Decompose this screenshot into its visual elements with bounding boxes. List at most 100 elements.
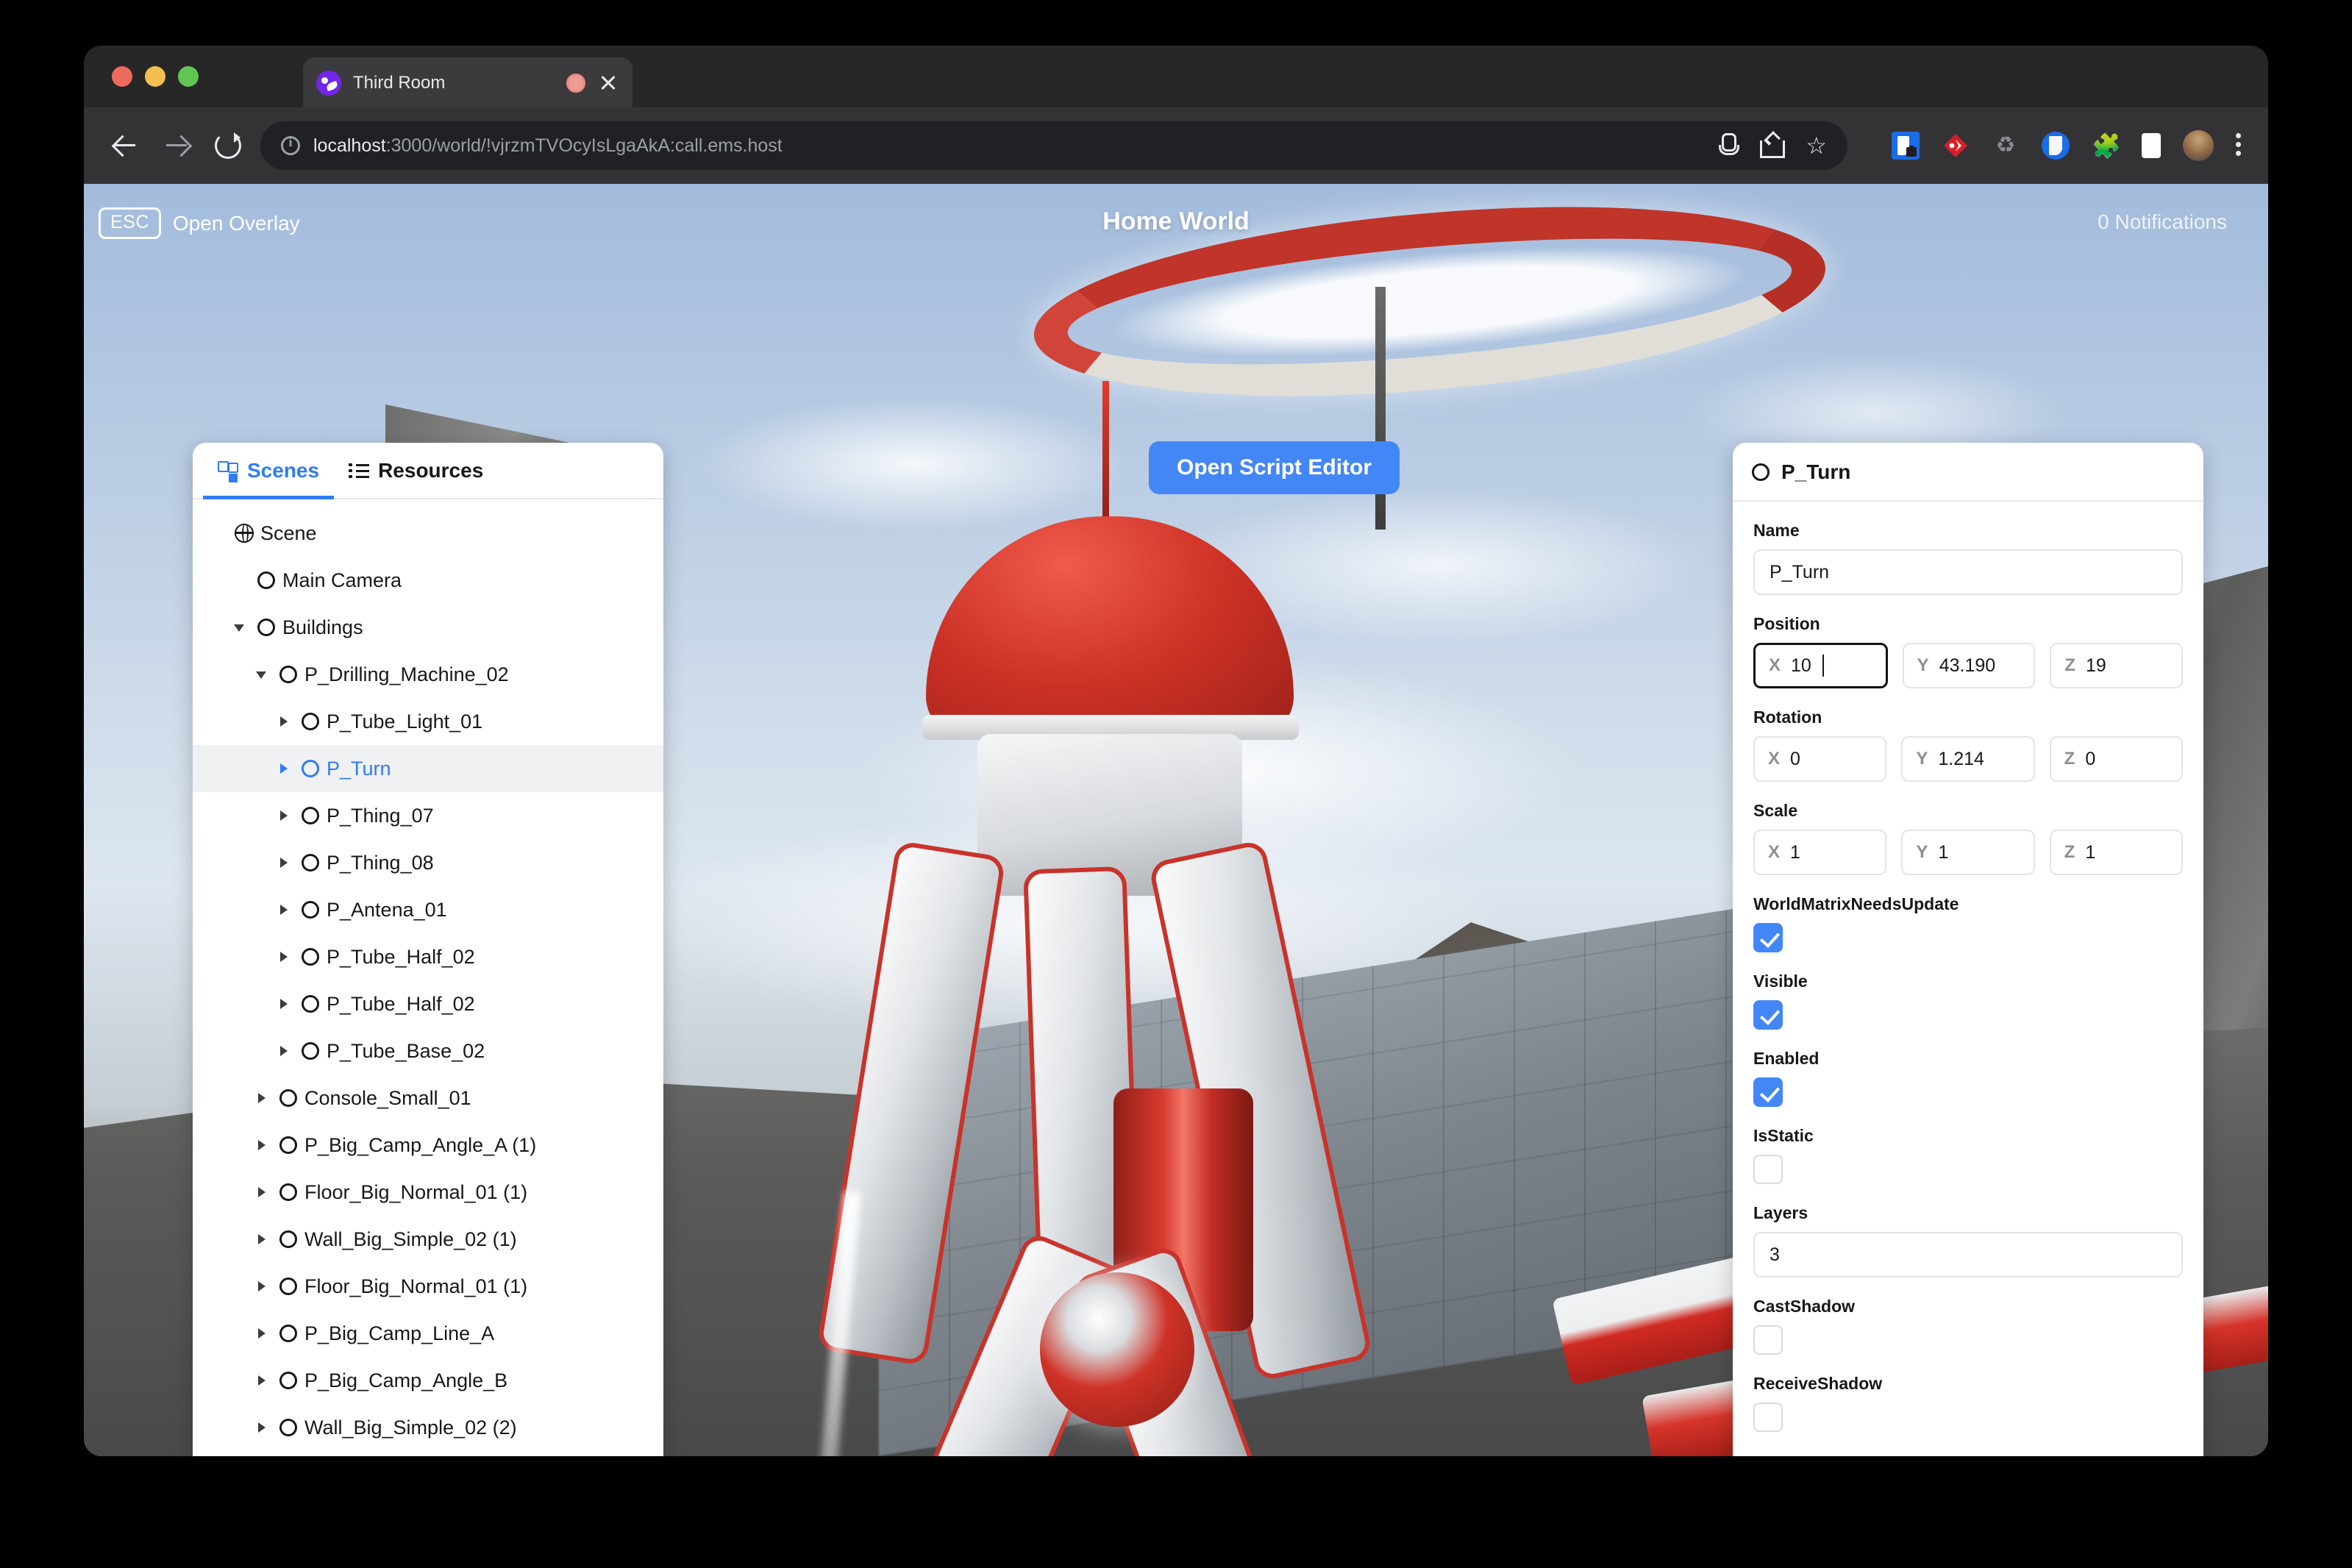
tree-node[interactable]: Floor_Big_Normal_01 (1)	[193, 1169, 663, 1216]
rotation-x-value: 0	[1790, 748, 1800, 769]
chevron-right-icon[interactable]	[253, 1183, 272, 1202]
enabled-checkbox[interactable]	[1753, 1077, 1783, 1107]
position-z-field[interactable]: Z 19	[2050, 643, 2184, 688]
chevron-right-icon[interactable]	[253, 1277, 272, 1296]
microphone-icon[interactable]	[1719, 133, 1740, 158]
visible-label: Visible	[1753, 972, 1808, 991]
chevron-right-icon[interactable]	[275, 994, 294, 1013]
password-manager-icon[interactable]	[1892, 132, 1920, 160]
notifications-count[interactable]: 0 Notifications	[2098, 210, 2227, 234]
tree-node[interactable]: P_Big_Camp_Line_A	[193, 1310, 663, 1357]
tree-node[interactable]: Console_Small_01	[193, 1075, 663, 1122]
open-script-editor-button[interactable]: Open Script Editor	[1149, 441, 1400, 494]
tree-node[interactable]: Wall_Big_Simple_02 (2)	[193, 1404, 663, 1451]
chevron-right-icon[interactable]	[253, 1324, 272, 1343]
position-y-field[interactable]: Y 43.190	[1902, 643, 2036, 688]
close-icon[interactable]	[597, 72, 619, 94]
world-matrix-checkbox[interactable]	[1753, 923, 1783, 952]
forward-arrow-icon[interactable]	[160, 129, 193, 162]
browser-tab[interactable]: Third Room	[303, 57, 632, 109]
chevron-right-icon[interactable]	[275, 712, 294, 731]
tree-node[interactable]: P_Thing_08	[193, 839, 663, 886]
chevron-right-icon[interactable]	[275, 759, 294, 778]
scale-y-field[interactable]: Y 1	[1901, 830, 2035, 875]
rotation-label: Rotation	[1753, 708, 1822, 727]
cast-shadow-checkbox[interactable]	[1753, 1325, 1783, 1355]
rotation-z-axis-label: Z	[2064, 749, 2075, 769]
scale-x-value: 1	[1790, 841, 1800, 863]
tree-node[interactable]: P_Tube_Light_01	[193, 698, 663, 745]
tree-node[interactable]: P_Big_Camp_Angle_B	[193, 1357, 663, 1404]
layers-field[interactable]	[1753, 1232, 2183, 1277]
chevron-right-icon[interactable]	[275, 900, 294, 919]
tree-node[interactable]: P_Tube_Base_02	[193, 1027, 663, 1075]
window-traffic-lights	[112, 66, 199, 87]
tree-node[interactable]: P_Antena_01	[193, 886, 663, 933]
reload-icon[interactable]	[215, 132, 241, 159]
tree-node[interactable]: Floor_Big_Normal_01 (1)	[193, 1263, 663, 1310]
chevron-right-icon[interactable]	[253, 1088, 272, 1108]
tree-node[interactable]: Main Camera	[193, 557, 663, 604]
chevron-down-icon[interactable]	[231, 618, 250, 637]
address-bar[interactable]: localhost:3000/world/!vjrzmTVOcyIsLgaAkA…	[260, 121, 1847, 170]
receive-shadow-checkbox[interactable]	[1753, 1403, 1783, 1432]
is-static-checkbox[interactable]	[1753, 1155, 1783, 1184]
chevron-right-icon[interactable]	[275, 853, 294, 872]
tab-scenes[interactable]: Scenes	[203, 443, 335, 499]
close-window-button[interactable]	[112, 66, 132, 87]
kebab-menu-icon[interactable]	[2236, 132, 2243, 160]
tab-resources[interactable]: Resources	[334, 443, 498, 499]
tree-node[interactable]: P_Drilling_Machine_02	[193, 651, 663, 698]
tree-node-label: P_Antena_01	[327, 898, 447, 921]
scale-z-field[interactable]: Z 1	[2049, 830, 2183, 875]
rotation-x-field[interactable]: X 0	[1753, 736, 1887, 782]
chevron-right-icon[interactable]	[253, 1136, 272, 1155]
tree-node[interactable]: P_Big_Camp_Angle_A (1)	[193, 1122, 663, 1169]
chevron-right-icon[interactable]	[275, 947, 294, 966]
tab-title: Third Room	[353, 73, 446, 93]
chevron-right-icon[interactable]	[253, 1371, 272, 1390]
node-circle-icon	[279, 1230, 297, 1248]
back-arrow-icon[interactable]	[109, 129, 141, 162]
maximize-window-button[interactable]	[178, 66, 199, 87]
tree-node[interactable]: Wall_Big_Simple_02 (1)	[193, 1216, 663, 1263]
puzzle-extensions-icon[interactable]: 🧩	[2092, 132, 2121, 160]
tree-node[interactable]: P_Tube_Half_02	[193, 933, 663, 980]
scale-x-field[interactable]: X 1	[1753, 830, 1887, 875]
world-viewport[interactable]: ESC Open Overlay Home World 0 Notificati…	[84, 184, 2268, 1456]
chevron-right-icon[interactable]	[275, 1041, 294, 1061]
tree-node[interactable]: P_Tube_Half_02	[193, 980, 663, 1027]
chevron-right-icon[interactable]	[253, 1230, 272, 1249]
chevron-right-icon[interactable]	[275, 806, 294, 825]
visible-checkbox[interactable]	[1753, 1000, 1783, 1030]
tree-node-label: Scene	[260, 521, 317, 544]
chevron-down-icon[interactable]	[253, 665, 272, 684]
node-circle-icon	[272, 1089, 304, 1107]
avatar[interactable]	[2183, 130, 2214, 161]
scene-tree[interactable]: Scene Main Camera Buildings P_Drilling_Mach…	[193, 499, 663, 1456]
share-icon[interactable]	[1760, 133, 1786, 158]
rotation-y-field[interactable]: Y 1.214	[1901, 736, 2035, 782]
tree-node-label: P_Thing_07	[327, 804, 434, 827]
red-diamond-extension-icon[interactable]	[1942, 132, 1970, 160]
tree-node[interactable]: Buildings	[193, 604, 663, 651]
rotation-z-field[interactable]: Z 0	[2049, 736, 2183, 782]
tree-node[interactable]: Floor_Big_Normal_01 (2)	[193, 1451, 663, 1456]
tree-node[interactable]: P_Thing_07	[193, 792, 663, 839]
info-circle-icon[interactable]	[281, 135, 300, 155]
recycle-extension-icon[interactable]: ♻	[1992, 132, 2020, 160]
side-panel-icon[interactable]	[2142, 133, 2161, 158]
tree-node[interactable]: Scene	[193, 510, 663, 557]
node-circle-icon	[302, 1042, 319, 1060]
scale-x-axis-label: X	[1768, 842, 1781, 862]
minimize-window-button[interactable]	[145, 66, 165, 87]
node-circle-icon	[294, 713, 327, 730]
position-x-field[interactable]: X 10	[1753, 643, 1888, 688]
name-field[interactable]	[1753, 549, 2183, 595]
node-circle-icon	[302, 807, 319, 824]
node-circle-icon	[279, 1419, 297, 1436]
chevron-right-icon[interactable]	[253, 1418, 272, 1437]
tree-node[interactable]: P_Turn	[193, 745, 663, 792]
notes-extension-icon[interactable]	[2042, 132, 2070, 160]
bookmark-star-icon[interactable]: ☆	[1806, 134, 1827, 157]
